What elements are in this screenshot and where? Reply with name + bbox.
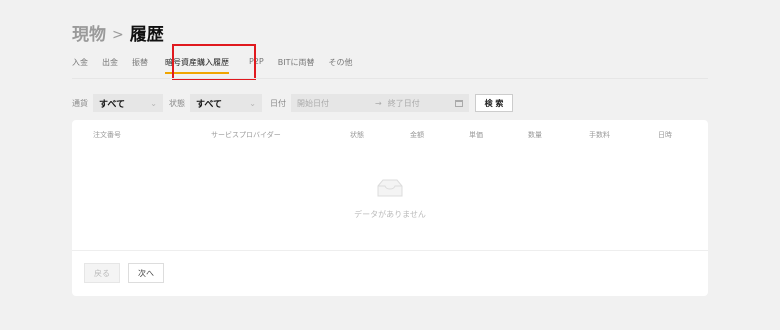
- prev-page-button[interactable]: 戻る: [84, 263, 120, 283]
- column-header-fee: 手数料: [589, 131, 610, 139]
- empty-state-text: データがありません: [354, 210, 426, 219]
- currency-select[interactable]: すべて ⌄: [93, 94, 163, 112]
- status-select-value: すべて: [196, 99, 223, 110]
- tab-withdraw[interactable]: 出金: [102, 56, 118, 68]
- start-date-input[interactable]: 開始日付: [297, 98, 363, 109]
- status-filter-label: 状態: [169, 98, 185, 108]
- arrow-right-icon: →: [375, 98, 382, 108]
- chevron-down-icon: ⌄: [150, 98, 157, 108]
- column-header-datetime: 日時: [658, 131, 672, 139]
- currency-select-value: すべて: [99, 99, 126, 110]
- tab-divider: [72, 78, 708, 79]
- date-filter-label: 日付: [270, 98, 286, 108]
- tab-other[interactable]: その他: [328, 56, 352, 68]
- column-header-order-id: 注文番号: [93, 131, 121, 139]
- currency-filter-label: 通貨: [72, 98, 88, 108]
- status-select[interactable]: すべて ⌄: [190, 94, 262, 112]
- breadcrumb-separator-icon: >: [112, 26, 124, 43]
- breadcrumb-parent[interactable]: 現物: [72, 20, 106, 45]
- end-date-input[interactable]: 終了日付: [388, 98, 455, 109]
- card-divider: [72, 250, 708, 251]
- history-table-card: 注文番号 サービスプロバイダー 状態 金額 単価 数量 手数料 日時 データがあ…: [72, 120, 708, 296]
- tab-deposit[interactable]: 入金: [72, 56, 88, 68]
- tab-transfer[interactable]: 振替: [132, 56, 148, 68]
- breadcrumb: 現物 > 履歴: [72, 20, 164, 45]
- chevron-down-icon: ⌄: [249, 98, 256, 108]
- empty-inbox-icon: [377, 179, 403, 197]
- column-header-unit-price: 単価: [469, 131, 483, 139]
- tab-exchange-to-bit[interactable]: BITに両替: [278, 56, 315, 68]
- search-button[interactable]: 検 索: [475, 94, 513, 112]
- page-title: 履歴: [129, 25, 164, 45]
- filter-bar: 通貨 すべて ⌄ 状態 すべて ⌄ 日付 開始日付 → 終了日付 検 索: [72, 94, 513, 112]
- next-page-button[interactable]: 次へ: [128, 263, 164, 283]
- calendar-icon[interactable]: [455, 99, 463, 107]
- column-header-status: 状態: [350, 131, 364, 139]
- column-header-amount: 金額: [410, 131, 424, 139]
- date-range-picker[interactable]: 開始日付 → 終了日付: [291, 94, 469, 112]
- pagination: 戻る 次へ: [84, 263, 172, 283]
- column-header-quantity: 数量: [528, 131, 542, 139]
- column-header-service-provider: サービスプロバイダー: [211, 131, 281, 139]
- tab-highlight-box: [172, 44, 256, 80]
